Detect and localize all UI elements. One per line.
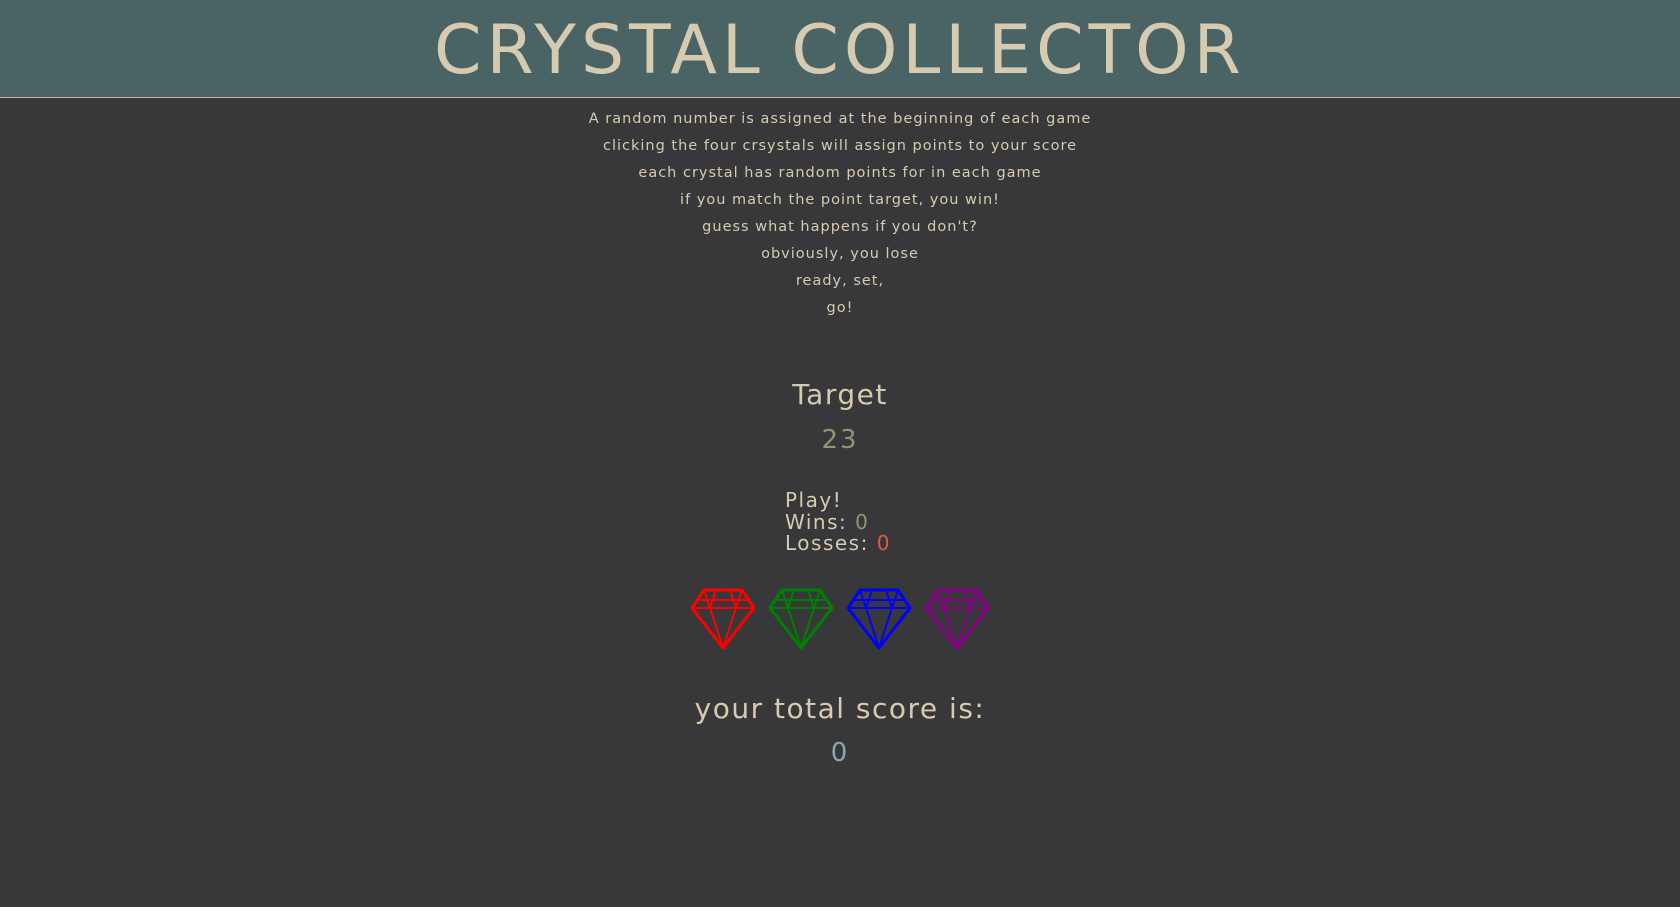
crystal-row xyxy=(690,588,990,650)
instruction-line: obviously, you lose xyxy=(761,246,919,262)
wins-label: Wins: xyxy=(785,509,856,534)
score-value: 0 xyxy=(830,738,850,768)
target-label: Target xyxy=(792,378,888,411)
instruction-line: each crystal has random points for in ea… xyxy=(638,165,1042,181)
instruction-line: ready, set, xyxy=(795,273,885,289)
losses-row: Losses: 0 xyxy=(785,531,891,555)
instruction-line: A random number is assigned at the begin… xyxy=(588,111,1092,127)
target-value: 23 xyxy=(821,425,859,455)
instruction-line: go! xyxy=(826,300,854,316)
stats-panel: Play! Wins: 0 Losses: 0 xyxy=(785,488,891,555)
instruction-line: guess what happens if you don't? xyxy=(702,219,978,235)
purple-crystal-icon[interactable] xyxy=(924,588,990,650)
wins-row: Wins: 0 xyxy=(785,509,891,534)
instruction-line: if you match the point target, you win! xyxy=(680,192,1000,208)
red-crystal-icon[interactable] xyxy=(690,588,756,650)
losses-label: Losses: xyxy=(785,531,877,555)
page-title: CRYSTAL COLLECTOR xyxy=(434,10,1246,90)
play-label: Play! xyxy=(785,488,843,512)
page-header: CRYSTAL COLLECTOR xyxy=(0,0,1680,98)
score-label: your total score is: xyxy=(694,692,986,725)
instruction-line: clicking the four crsystals will assign … xyxy=(602,138,1078,154)
green-crystal-icon[interactable] xyxy=(768,588,834,650)
losses-value: 0 xyxy=(876,531,891,555)
blue-crystal-icon[interactable] xyxy=(846,588,912,650)
instructions: A random number is assigned at the begin… xyxy=(0,106,1680,322)
wins-value: 0 xyxy=(855,509,870,534)
